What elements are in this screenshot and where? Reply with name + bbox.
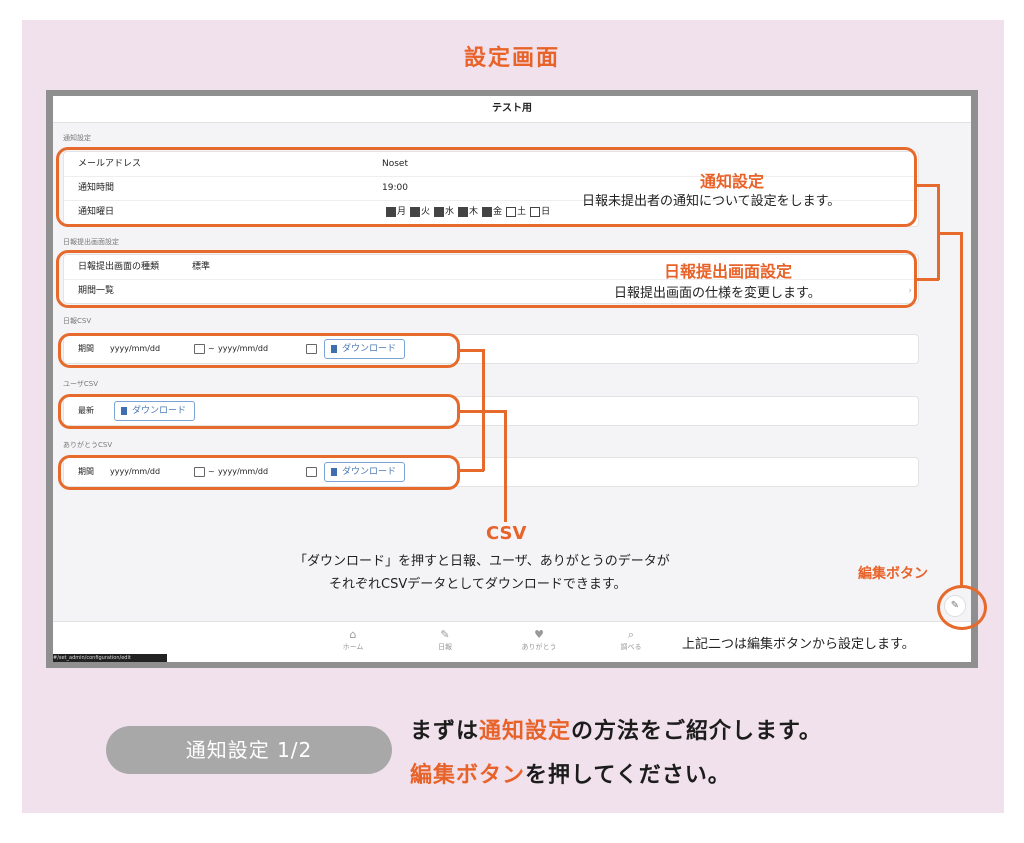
annotation-report-desc: 日報提出画面の仕様を変更します。 [614,286,821,301]
section-label-daily-csv: 日報CSV [63,317,92,325]
section-label-user-csv: ユーザCSV [63,380,98,388]
nav-report[interactable]: ✎ 日報 [415,628,475,652]
section-label-thanks-csv: ありがとうCSV [63,441,113,449]
connector-line [458,410,506,413]
annotation-report-title: 日報提出画面設定 [664,262,793,281]
section-label-report-screen: 日報提出画面設定 [63,238,119,246]
report-icon: ✎ [440,628,450,641]
section-label-notification: 通知設定 [63,134,91,142]
highlight-daily-csv [58,333,460,368]
home-icon: ⌂ [349,628,357,641]
highlight-notification [56,147,917,227]
annotation-csv-title: CSV [486,523,527,544]
step-badge: 通知設定 1/2 [106,726,392,774]
search-icon: ⌕ [627,628,635,641]
connector-line [915,184,939,187]
page-title: 設定画面 [463,46,560,71]
annotation-edit-button-label: 編集ボタン [858,566,928,582]
annotation-edit-note: 上記二つは編集ボタンから設定します。 [682,633,915,652]
annotation-csv-desc-1: 「ダウンロード」を押すと日報、ユーザ、ありがとうのデータが [294,554,670,569]
highlight-edit-button [937,585,987,630]
connector-line [960,232,963,587]
connector-line [458,349,484,352]
connector-line [458,469,484,472]
connector-line [504,410,507,522]
app-header-title: テスト用 [53,96,971,123]
annotation-csv-desc-2: それぞれCSVデータとしてダウンロードできます。 [329,577,627,592]
annotation-notification-desc: 日報未提出者の通知について設定をします。 [582,194,841,209]
annotation-notification-title: 通知設定 [700,172,765,191]
nav-search[interactable]: ⌕ 調べる [601,628,661,652]
instruction-line-2: 編集ボタンを押してください。 [410,763,731,788]
nav-home[interactable]: ⌂ ホーム [323,628,383,652]
heart-icon: ♥ [534,628,544,641]
highlight-user-csv [58,394,460,429]
status-url: #/set_admin/configuration/edit [53,654,167,662]
connector-line [915,278,939,281]
nav-thanks[interactable]: ♥ ありがとう [509,628,569,652]
highlight-thanks-csv [58,455,460,490]
instruction-line-1: まずは通知設定の方法をご紹介します。 [410,719,822,744]
